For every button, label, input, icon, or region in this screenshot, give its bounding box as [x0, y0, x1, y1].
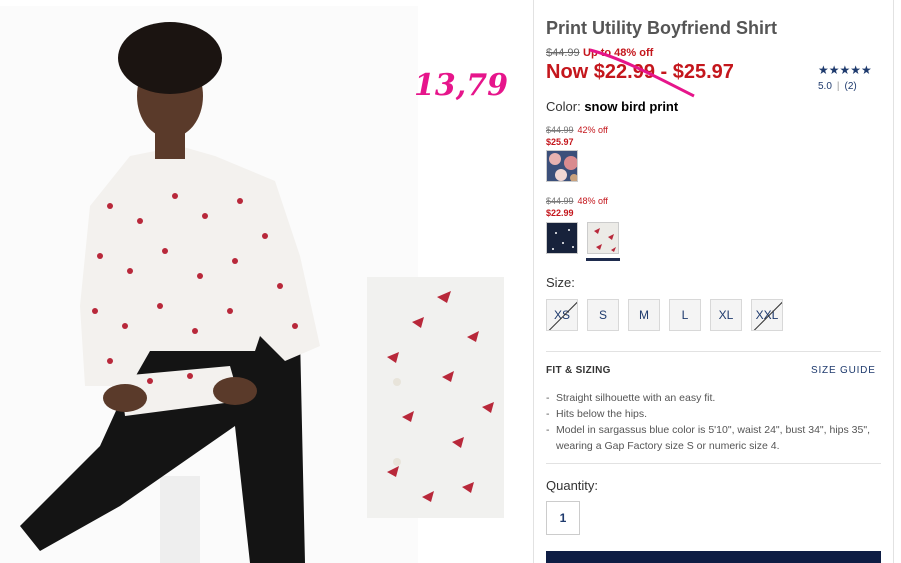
rating-stars-icon[interactable]: ★★★★★ [818, 63, 872, 77]
original-price: $44.99 [546, 47, 580, 59]
rating-separator: | [836, 81, 840, 92]
variant-price-group-1: $44.99 42% off $25.97 [546, 125, 608, 147]
selected-swatch-indicator [586, 258, 620, 261]
floral-print-swatch-icon [547, 151, 577, 181]
variant-original-price: $44.99 [546, 125, 574, 135]
fit-details-list: Straight silhouette with an easy fit. Hi… [546, 390, 881, 454]
review-count-link[interactable]: (2) [845, 81, 857, 92]
swatch-floral-print[interactable] [546, 150, 578, 182]
product-info-panel: Print Utility Boyfriend Shirt $44.99 Up … [533, 0, 894, 563]
product-title: Print Utility Boyfriend Shirt [546, 18, 778, 38]
variant-discount: 42% off [577, 125, 608, 135]
size-xl-button[interactable]: XL [710, 299, 742, 331]
variant-sale-price: $22.99 [546, 208, 574, 218]
navy-star-swatch-icon [547, 223, 577, 253]
fit-detail-item: Straight silhouette with an easy fit. [546, 390, 881, 406]
rating-score: 5.0 [818, 81, 832, 92]
variant-sale-price: $25.97 [546, 137, 574, 147]
fit-detail-item: Model in sargassus blue color is 5'10", … [546, 422, 881, 454]
product-photo[interactable] [0, 6, 418, 563]
size-guide-link[interactable]: SIZE GUIDE [811, 365, 876, 376]
fit-detail-item: Hits below the hips. [546, 406, 881, 422]
fabric-closeup-image[interactable] [367, 277, 504, 518]
variant-price-group-2: $44.99 48% off $22.99 [546, 196, 608, 218]
variant-discount: 48% off [577, 196, 608, 206]
size-s-button[interactable]: S [587, 299, 619, 331]
divider [546, 463, 881, 464]
size-m-button[interactable]: M [628, 299, 660, 331]
quantity-label: Quantity: [546, 478, 599, 493]
bird-print-closeup [367, 277, 504, 518]
handwritten-price-annotation: 13,79 [414, 68, 508, 103]
size-l-button[interactable]: L [669, 299, 701, 331]
quantity-input[interactable] [546, 501, 580, 535]
color-selection: Color: snow bird print [546, 99, 678, 114]
swatch-snow-bird-print[interactable] [587, 222, 619, 254]
size-xs-button[interactable]: XS [546, 299, 578, 331]
color-value: snow bird print [584, 99, 679, 114]
add-to-bag-button[interactable] [546, 551, 881, 563]
size-label: Size: [546, 275, 575, 290]
price-strike-annotation [589, 48, 695, 98]
divider [546, 351, 881, 352]
fit-sizing-heading: FIT & SIZING [546, 365, 611, 376]
bird-print-swatch-icon [588, 223, 618, 253]
size-xxl-button[interactable]: XXL [751, 299, 783, 331]
swatch-navy-star-print[interactable] [546, 222, 578, 254]
variant-original-price: $44.99 [546, 196, 574, 206]
color-label: Color: [546, 99, 581, 114]
rating-summary[interactable]: 5.0 | (2) [818, 81, 857, 92]
model-image [0, 6, 418, 563]
